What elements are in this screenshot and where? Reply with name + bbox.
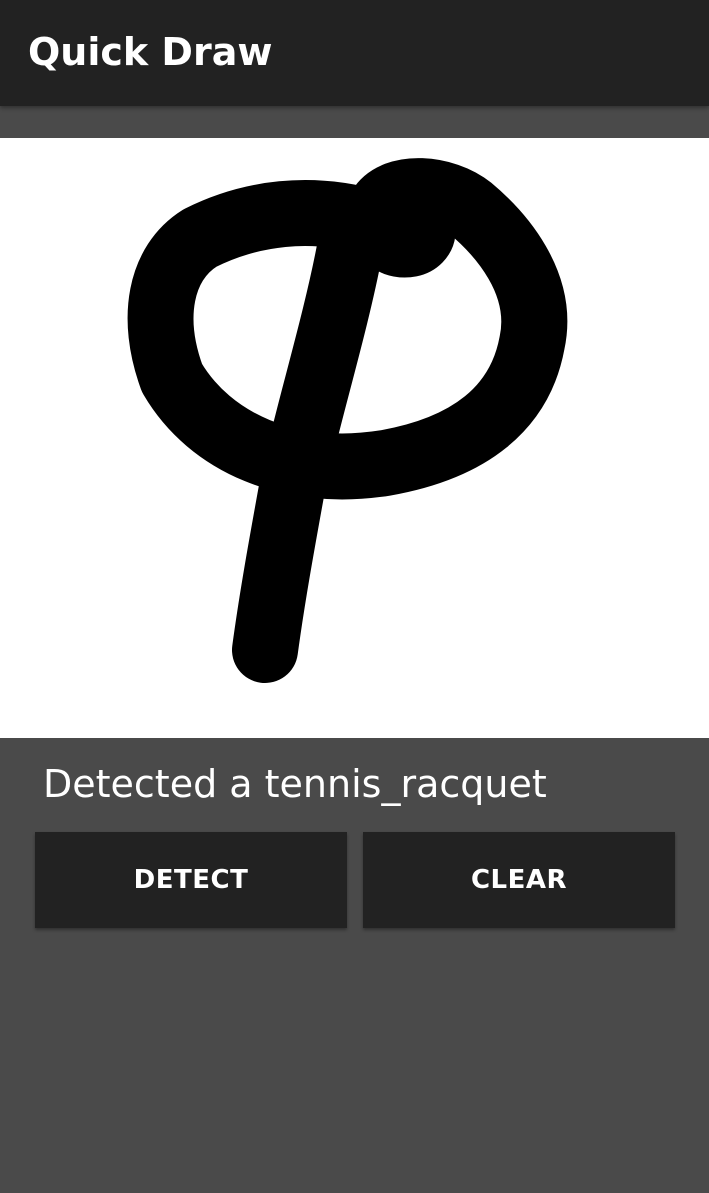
detection-result: Detected a tennis_racquet: [43, 762, 547, 806]
detect-button[interactable]: DETECT: [35, 832, 347, 928]
app-title: Quick Draw: [28, 30, 273, 74]
app-bar: Quick Draw: [0, 0, 709, 106]
drawing-surface[interactable]: [0, 138, 709, 738]
app-screen: Quick Draw Detected a tennis_racquet DET…: [0, 0, 709, 1193]
clear-button[interactable]: CLEAR: [363, 832, 675, 928]
drawing-canvas[interactable]: [0, 138, 709, 738]
